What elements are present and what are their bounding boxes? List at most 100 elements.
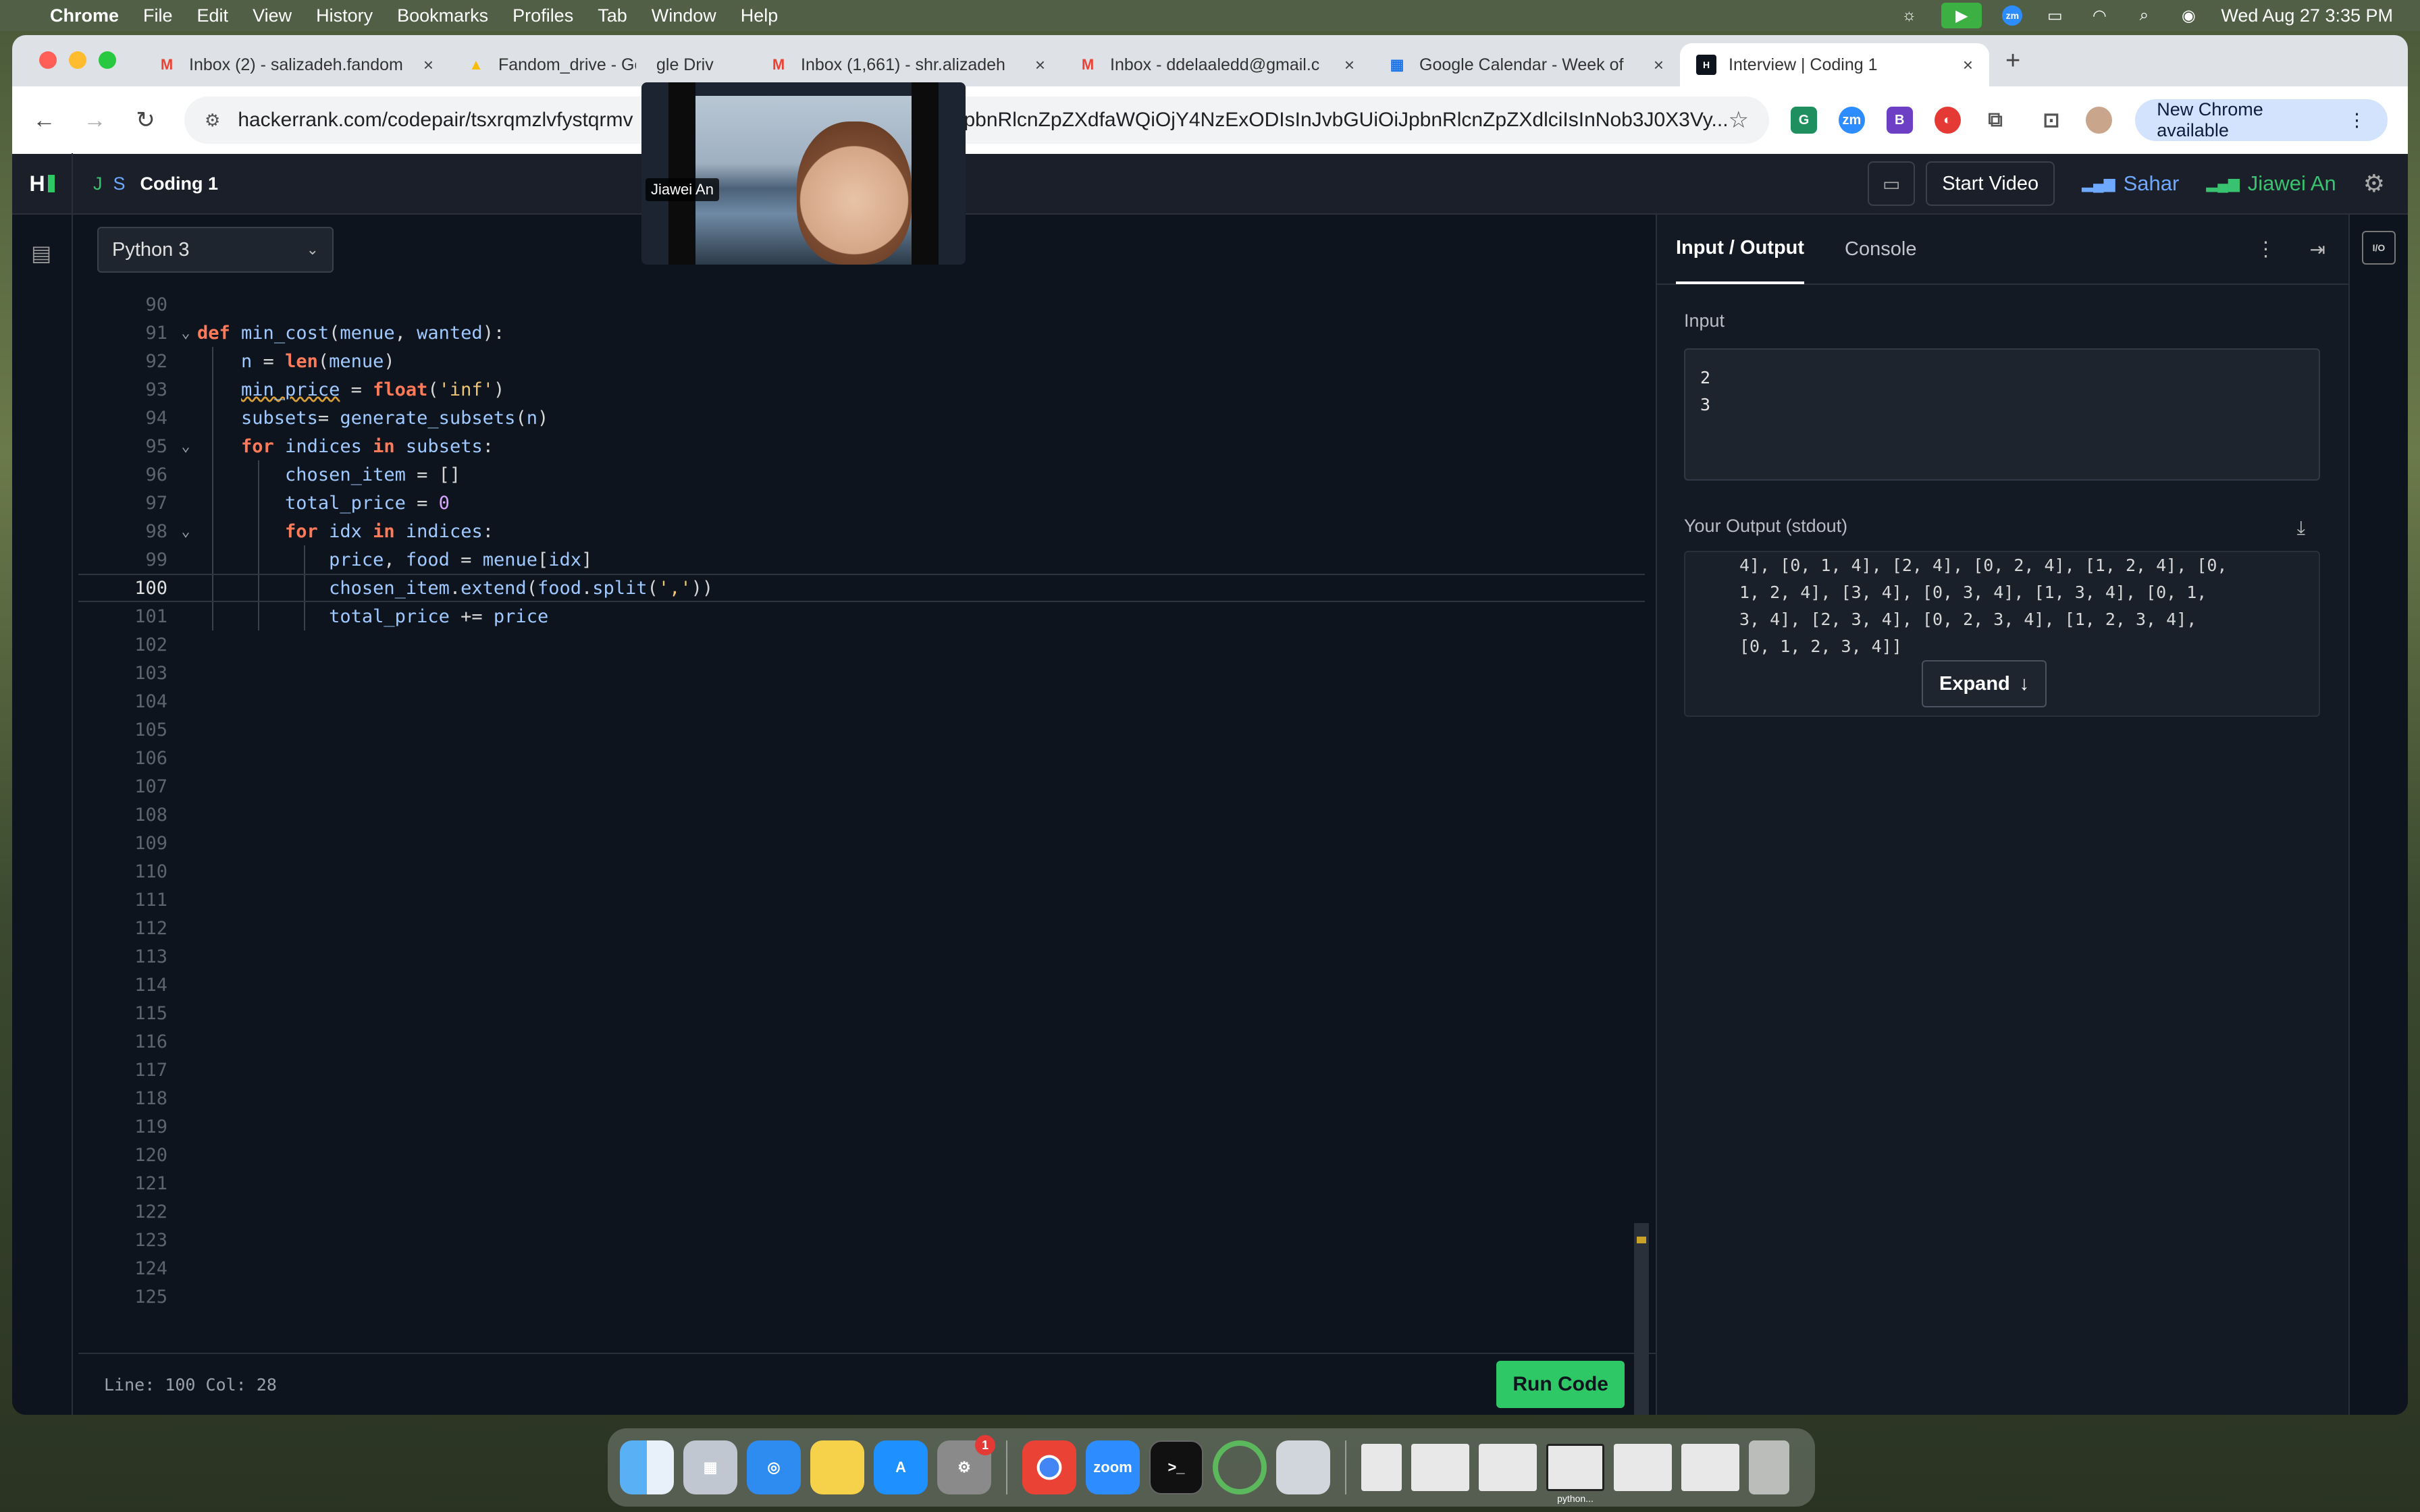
close-tab-icon[interactable]: ×: [1344, 55, 1354, 76]
zoom-menu-icon[interactable]: zm: [2002, 5, 2023, 26]
expand-button[interactable]: Expand ↓: [1922, 660, 2047, 707]
extensions-puzzle-icon[interactable]: ⧉: [1982, 107, 2009, 134]
code-line[interactable]: 102: [78, 630, 1645, 659]
tab-gmail-ddelaaledd[interactable]: M Inbox - ddelaaledd@gmail.c ×: [1061, 43, 1371, 86]
close-window-button[interactable]: [39, 51, 57, 69]
participant-video-tile[interactable]: Jiawei An: [641, 82, 966, 265]
wifi-icon[interactable]: ◠: [2087, 7, 2111, 25]
code-line[interactable]: 115: [78, 999, 1645, 1027]
menu-app-name[interactable]: Chrome: [50, 5, 119, 26]
window-thumbnail[interactable]: [1479, 1444, 1537, 1491]
code-line[interactable]: 96 chosen_item = []: [78, 460, 1645, 489]
address-url[interactable]: hackerrank.com/codepair/tsxrqmzlvfystqrm…: [238, 109, 1728, 132]
site-info-icon[interactable]: ⚙: [205, 110, 220, 131]
code-line[interactable]: 107: [78, 772, 1645, 801]
code-line[interactable]: 112: [78, 914, 1645, 942]
profile-avatar[interactable]: [2086, 107, 2113, 134]
back-arrow-icon[interactable]: ←: [32, 107, 56, 134]
tab-google-drive[interactable]: gle Driv: [652, 43, 752, 86]
tab-search-icon[interactable]: ⊡: [2038, 107, 2064, 134]
bitwarden-extension-icon[interactable]: B: [1886, 107, 1913, 134]
start-video-button[interactable]: Start Video: [1926, 161, 2055, 206]
bookmark-star-icon[interactable]: ☆: [1729, 107, 1749, 134]
code-line[interactable]: 101 total_price += price: [78, 602, 1645, 630]
notes-icon[interactable]: [810, 1440, 864, 1494]
forward-arrow-icon[interactable]: →: [83, 107, 107, 134]
code-line[interactable]: 108: [78, 801, 1645, 829]
chrome-icon[interactable]: [1022, 1440, 1076, 1494]
code-line[interactable]: 97 total_price = 0: [78, 489, 1645, 517]
code-line[interactable]: 93 min_price = float('inf'): [78, 375, 1645, 404]
code-line[interactable]: 98 ⌄ for idx in indices:: [78, 517, 1645, 545]
gear-icon[interactable]: ⚙: [2363, 169, 2385, 198]
fold-chevron-icon[interactable]: ⌄: [174, 438, 197, 455]
file-icon[interactable]: ▤: [31, 240, 51, 266]
document-thumbnail[interactable]: [1361, 1444, 1402, 1491]
code-line[interactable]: 95 ⌄ for indices in subsets:: [78, 432, 1645, 460]
code-line[interactable]: 99 price, food = menue[idx]: [78, 545, 1645, 574]
launchpad-icon[interactable]: ▦: [683, 1440, 737, 1494]
code-line[interactable]: 113: [78, 942, 1645, 971]
code-line[interactable]: 104: [78, 687, 1645, 716]
menu-file[interactable]: File: [143, 5, 173, 26]
spotlight-search-icon[interactable]: ⌕: [2132, 6, 2156, 24]
control-center-icon[interactable]: ◉: [2176, 7, 2201, 25]
code-area[interactable]: 90 91 ⌄ def min_cost(menue, wanted): 92 n = …: [78, 290, 1645, 1330]
code-line[interactable]: 123: [78, 1226, 1645, 1254]
tab-fandom-drive[interactable]: ▲ Fandom_drive - Go: [450, 43, 652, 86]
io-panel-icon[interactable]: I/O: [2362, 231, 2396, 265]
zoom-video-status-icon[interactable]: ▶: [1941, 3, 1982, 28]
preview-icon[interactable]: [1276, 1440, 1330, 1494]
code-line[interactable]: 103: [78, 659, 1645, 687]
code-line[interactable]: 124: [78, 1254, 1645, 1282]
code-line[interactable]: 110: [78, 857, 1645, 886]
address-bar[interactable]: ⚙ hackerrank.com/codepair/tsxrqmzlvfystq…: [184, 97, 1770, 144]
code-line[interactable]: 118: [78, 1084, 1645, 1112]
code-line[interactable]: 116: [78, 1027, 1645, 1056]
chat-icon[interactable]: ▭: [1868, 161, 1916, 206]
battery-icon[interactable]: ▭: [2043, 7, 2067, 25]
code-line[interactable]: 105: [78, 716, 1645, 744]
code-line[interactable]: 111: [78, 886, 1645, 914]
tab-console[interactable]: Console: [1845, 214, 1916, 284]
minimize-window-button[interactable]: [69, 51, 86, 69]
menu-window[interactable]: Window: [652, 5, 716, 26]
zoom-app-icon[interactable]: zoom: [1086, 1440, 1140, 1494]
collapse-panel-icon[interactable]: ⇥: [2310, 238, 2325, 261]
more-options-icon[interactable]: ⋮: [2256, 238, 2276, 261]
code-line[interactable]: 120: [78, 1141, 1645, 1169]
menu-help[interactable]: Help: [741, 5, 779, 26]
grammarly-extension-icon[interactable]: G: [1791, 107, 1817, 134]
zoom-extension-icon[interactable]: zm: [1838, 107, 1865, 134]
code-line[interactable]: 94 subsets= generate_subsets(n): [78, 404, 1645, 432]
new-tab-button[interactable]: +: [2005, 47, 2020, 76]
code-line[interactable]: 90: [78, 290, 1645, 319]
tab-gmail-salizadeh[interactable]: M Inbox (2) - salizadeh.fandom ×: [140, 43, 450, 86]
run-code-button[interactable]: Run Code: [1496, 1361, 1625, 1408]
code-line[interactable]: 109: [78, 829, 1645, 857]
fold-chevron-icon[interactable]: ⌄: [174, 325, 197, 342]
app-store-icon[interactable]: A: [874, 1440, 928, 1494]
activity-icon[interactable]: [1213, 1440, 1267, 1494]
tab-gmail-shr[interactable]: M Inbox (1,661) - shr.alizadeh ×: [752, 43, 1061, 86]
menu-view[interactable]: View: [253, 5, 292, 26]
tab-input-output[interactable]: Input / Output: [1676, 214, 1805, 284]
hackerrank-logo[interactable]: H: [12, 153, 73, 214]
window-thumbnail[interactable]: [1681, 1444, 1739, 1491]
python-window-thumbnail[interactable]: python...: [1546, 1444, 1604, 1504]
trash-icon[interactable]: [1749, 1440, 1789, 1494]
window-thumbnail[interactable]: [1411, 1444, 1469, 1491]
code-line[interactable]: 91 ⌄ def min_cost(menue, wanted):: [78, 319, 1645, 347]
code-line[interactable]: 92 n = len(menue): [78, 347, 1645, 375]
language-select[interactable]: Python 3 ⌄: [97, 227, 334, 273]
system-settings-icon[interactable]: ⚙ 1: [937, 1435, 995, 1494]
close-tab-icon[interactable]: ×: [1963, 55, 1973, 76]
close-tab-icon[interactable]: ×: [423, 55, 433, 76]
menu-profiles[interactable]: Profiles: [512, 5, 573, 26]
tab-interview-coding[interactable]: H Interview | Coding 1 ×: [1680, 43, 1989, 86]
window-thumbnail[interactable]: [1614, 1444, 1672, 1491]
close-tab-icon[interactable]: ×: [1035, 55, 1045, 76]
reload-icon[interactable]: ↻: [134, 107, 157, 134]
brightness-icon[interactable]: ☼: [1897, 6, 1921, 24]
adblock-extension-icon[interactable]: ◐: [1934, 107, 1961, 134]
